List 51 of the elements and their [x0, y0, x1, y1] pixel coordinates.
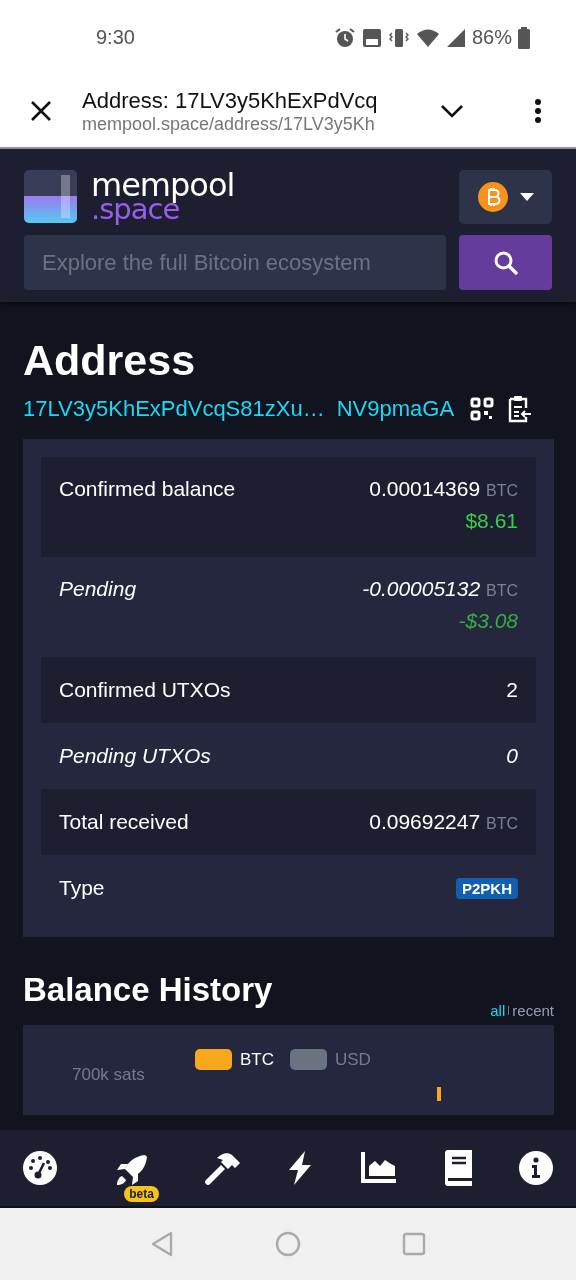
address-link[interactable]: NV9pmaGA — [336, 396, 455, 422]
fiat-value: -$3.08 — [458, 609, 518, 633]
search-field[interactable]: Explore the full Bitcoin ecosystem — [24, 235, 446, 290]
count-value: 0 — [506, 744, 518, 768]
amount-value: 0.09692247 BTC — [369, 810, 518, 834]
bitcoin-icon — [477, 181, 508, 212]
row-label: Pending UTXOs — [59, 744, 211, 768]
qr-code-icon[interactable] — [470, 397, 495, 421]
battery-icon — [518, 26, 530, 49]
amount-value: -0.00005132 BTC — [362, 577, 518, 601]
chevron-down-icon[interactable] — [440, 104, 464, 118]
row-label: Type — [59, 876, 105, 900]
network-selector[interactable] — [459, 169, 552, 224]
gauge-icon[interactable] — [22, 1150, 58, 1186]
close-icon[interactable] — [30, 100, 52, 122]
row-label: Confirmed balance — [59, 477, 236, 501]
address-link[interactable]: 17LV3y5KhExPdVcqS81zXu… — [23, 396, 325, 422]
legend-swatch[interactable] — [195, 1049, 232, 1070]
page-title: Address: 17LV3y5KhExPdVcq — [82, 87, 379, 114]
clock-time: 9:30 — [96, 26, 135, 49]
legend-swatch[interactable] — [290, 1049, 327, 1070]
amount-value: 0.00014369 BTC — [369, 477, 518, 501]
logo-icon[interactable] — [24, 170, 77, 223]
legend-label[interactable]: BTC — [240, 1049, 274, 1070]
battery-percent: 86% — [471, 26, 512, 49]
fiat-value: $8.61 — [465, 509, 518, 533]
vibrate-icon — [387, 26, 410, 49]
beta-badge: beta — [124, 1185, 159, 1202]
range-link[interactable]: recent — [512, 1002, 554, 1019]
range-link[interactable]: all — [490, 1002, 506, 1019]
row-label: Pending — [59, 577, 137, 601]
legend-label[interactable]: USD — [335, 1049, 371, 1070]
count-value: 2 — [506, 678, 518, 702]
area-chart-icon[interactable] — [359, 1150, 398, 1186]
more-icon[interactable] — [534, 98, 542, 124]
row-label: Total received — [59, 810, 189, 834]
axis-label: 700k sats — [72, 1065, 145, 1085]
hammer-icon[interactable] — [203, 1150, 242, 1186]
page-url: mempool.space/address/17LV3y5Kh — [82, 113, 376, 135]
info-icon[interactable] — [518, 1150, 554, 1186]
alarm-icon — [333, 26, 356, 49]
type-badge: P2PKH — [455, 877, 518, 899]
wifi-icon — [415, 27, 440, 48]
page-heading: Address — [23, 336, 197, 385]
row-label: Confirmed UTXOs — [59, 678, 231, 702]
search-button[interactable] — [459, 235, 552, 290]
signal-icon — [445, 27, 466, 48]
caret-icon — [519, 192, 534, 201]
clipboard-icon[interactable] — [506, 395, 533, 423]
search-icon — [492, 249, 519, 276]
section-heading: Balance History — [23, 971, 273, 1009]
